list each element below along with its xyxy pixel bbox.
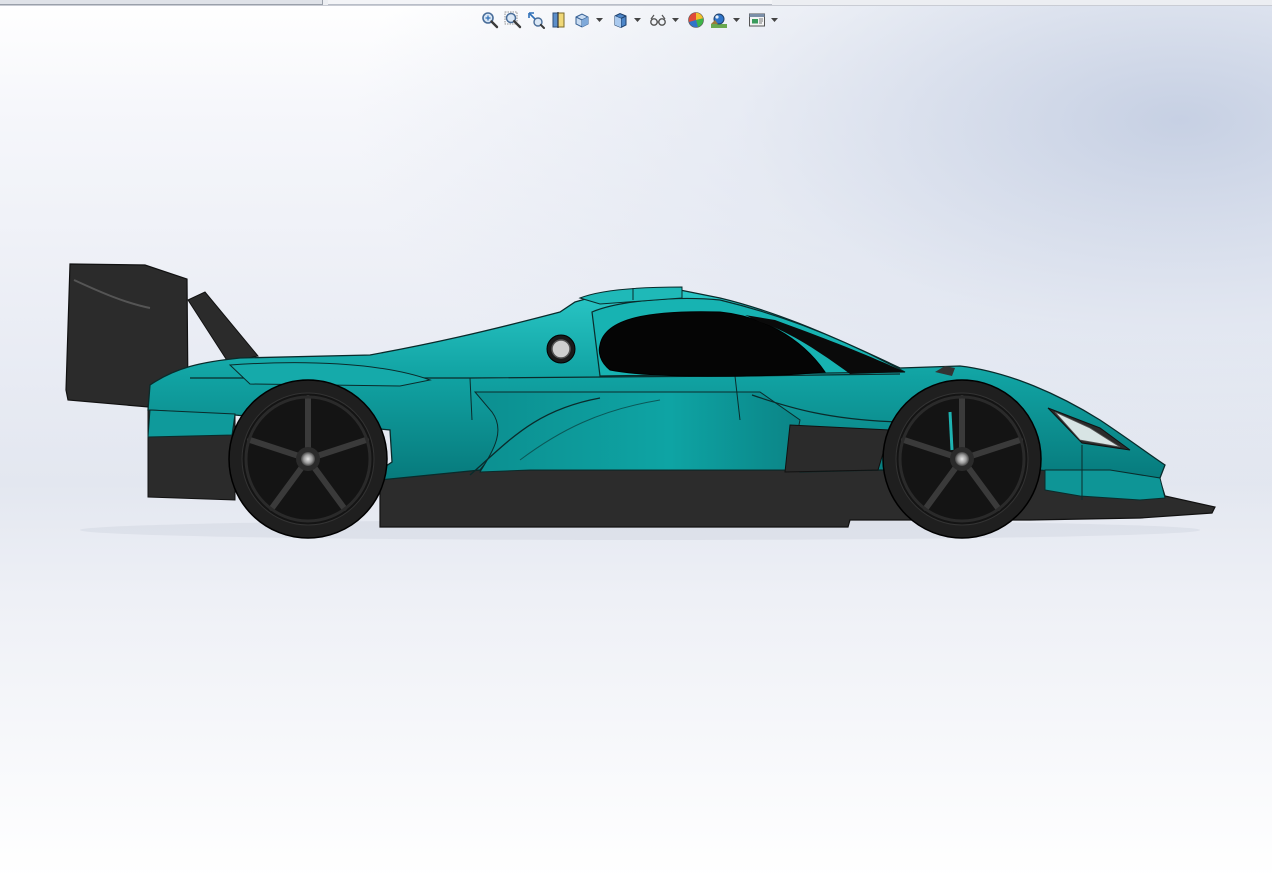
rear-side-panel xyxy=(147,409,236,438)
brake-caliper xyxy=(948,411,954,451)
front-inlet-carbon xyxy=(784,424,891,473)
front-wheel xyxy=(882,379,1042,539)
graphics-area[interactable] xyxy=(0,0,1272,879)
rear-wing-strut xyxy=(187,291,259,363)
fuel-cap-icon xyxy=(551,339,571,359)
race-car-model[interactable] xyxy=(0,0,1272,879)
rear-wheel xyxy=(228,379,388,539)
rear-wheel-hub-icon xyxy=(301,452,315,466)
front-wheel-hub-icon xyxy=(955,452,969,466)
